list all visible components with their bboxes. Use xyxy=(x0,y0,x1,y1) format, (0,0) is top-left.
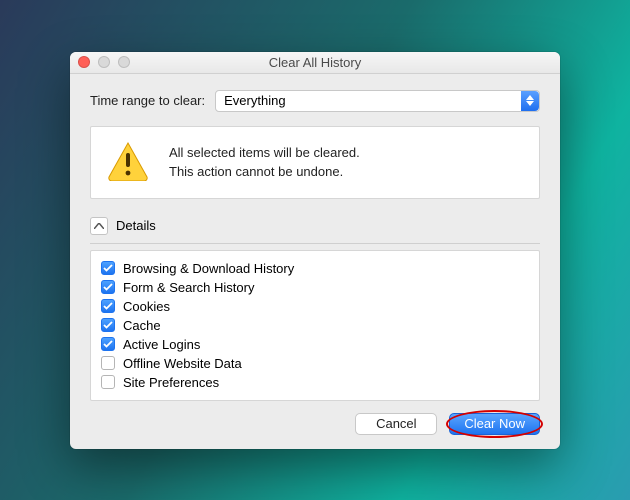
checkbox[interactable] xyxy=(101,337,115,351)
checkbox[interactable] xyxy=(101,375,115,389)
clear-now-button[interactable]: Clear Now xyxy=(449,413,540,435)
list-item: Cache xyxy=(101,316,529,335)
list-item: Form & Search History xyxy=(101,278,529,297)
time-range-select[interactable]: Everything xyxy=(215,90,540,112)
time-range-row: Time range to clear: Everything xyxy=(90,90,540,112)
time-range-label: Time range to clear: xyxy=(90,93,205,108)
checkbox[interactable] xyxy=(101,318,115,332)
checkbox[interactable] xyxy=(101,280,115,294)
checkbox-label: Active Logins xyxy=(123,337,200,352)
dialog-content: Time range to clear: Everything All sele… xyxy=(70,74,560,449)
list-item: Browsing & Download History xyxy=(101,259,529,278)
checkbox-label: Cookies xyxy=(123,299,170,314)
details-list: Browsing & Download History Form & Search… xyxy=(90,250,540,401)
dialog-buttons: Cancel Clear Now xyxy=(90,413,540,435)
cancel-button[interactable]: Cancel xyxy=(355,413,437,435)
details-header: Details xyxy=(90,213,540,244)
chevron-up-icon xyxy=(94,223,104,229)
details-label: Details xyxy=(116,218,156,233)
checkbox-label: Offline Website Data xyxy=(123,356,242,371)
list-item: Offline Website Data xyxy=(101,354,529,373)
titlebar: Clear All History xyxy=(70,52,560,74)
clear-now-button-label: Clear Now xyxy=(464,416,525,431)
list-item: Site Preferences xyxy=(101,373,529,392)
dialog-window: Clear All History Time range to clear: E… xyxy=(70,52,560,449)
cancel-button-label: Cancel xyxy=(376,416,416,431)
warning-line2: This action cannot be undone. xyxy=(169,162,360,182)
list-item: Cookies xyxy=(101,297,529,316)
window-title: Clear All History xyxy=(70,55,560,70)
checkbox[interactable] xyxy=(101,356,115,370)
warning-box: All selected items will be cleared. This… xyxy=(90,126,540,199)
warning-text: All selected items will be cleared. This… xyxy=(169,143,360,182)
checkbox[interactable] xyxy=(101,299,115,313)
checkbox-label: Cache xyxy=(123,318,161,333)
select-stepper-icon xyxy=(521,91,539,111)
list-item: Active Logins xyxy=(101,335,529,354)
warning-icon xyxy=(107,141,149,184)
checkbox-label: Browsing & Download History xyxy=(123,261,294,276)
checkbox-label: Form & Search History xyxy=(123,280,254,295)
checkbox-label: Site Preferences xyxy=(123,375,219,390)
time-range-value: Everything xyxy=(224,93,285,108)
warning-line1: All selected items will be cleared. xyxy=(169,143,360,163)
checkbox[interactable] xyxy=(101,261,115,275)
details-disclosure-button[interactable] xyxy=(90,217,108,235)
